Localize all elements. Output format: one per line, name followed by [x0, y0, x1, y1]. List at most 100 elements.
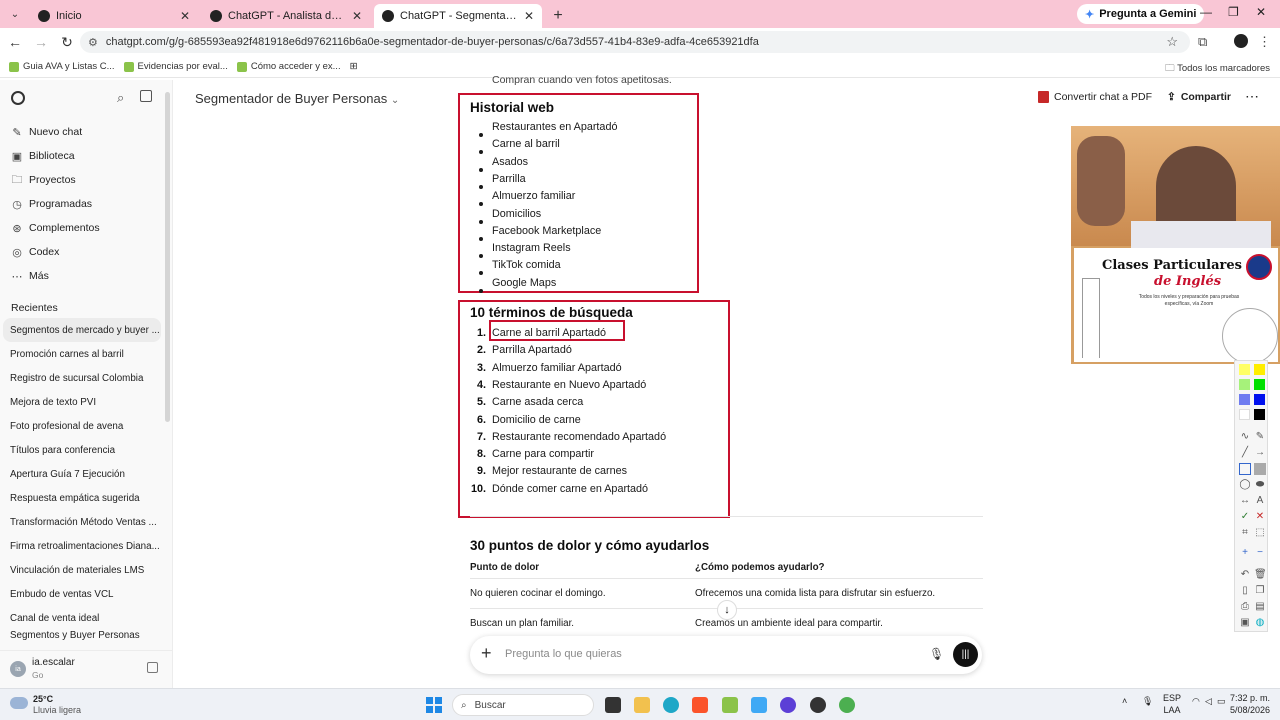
battery-icon[interactable]: ▭	[1217, 696, 1226, 707]
close-tab-icon[interactable]: ✕	[180, 9, 190, 23]
add-attachment-icon[interactable]: +	[481, 643, 492, 664]
sidebar-item-mas[interactable]: ⋯ Más	[11, 266, 49, 286]
search-icon[interactable]: ⌕	[117, 90, 124, 106]
line-icon[interactable]: ╱	[1239, 447, 1251, 459]
scroll-down-button[interactable]: ↓	[717, 600, 737, 620]
print-icon[interactable]: ⎙	[1239, 601, 1251, 613]
convert-pdf-button[interactable]: Convertir chat a PDF	[1038, 91, 1152, 103]
chatgpt-logo-icon[interactable]	[11, 91, 25, 105]
image-icon[interactable]: ▣	[1239, 617, 1251, 629]
sidebar-item-proyectos[interactable]: 🗀 Proyectos	[11, 170, 76, 190]
recent-chat-item[interactable]: Vinculación de materiales LMS	[0, 558, 165, 582]
sidebar-item-complementos[interactable]: ⊛ Complementos	[11, 218, 99, 238]
recent-chat-item[interactable]: Apertura Guía 7 Ejecución	[0, 462, 165, 486]
apps-grid-icon[interactable]: ⊞	[350, 61, 358, 72]
bookmark-star-icon[interactable]: ☆	[1166, 34, 1178, 50]
recent-chat-item[interactable]: Títulos para conferencia	[0, 438, 165, 462]
gemini-button[interactable]: ✦ Pregunta a Gemini	[1077, 4, 1205, 24]
bookmark-item[interactable]: Evidencias por eval...	[123, 61, 228, 72]
extensions-icon[interactable]: ⧉	[1198, 34, 1207, 50]
system-clock[interactable]: 7:32 p. m. 5/08/2026	[1228, 693, 1270, 716]
maximize-icon[interactable]: ❐	[1228, 5, 1239, 19]
double-arrow-icon[interactable]: ↔	[1239, 495, 1251, 507]
color-swatch[interactable]	[1239, 364, 1250, 375]
color-swatch[interactable]	[1254, 409, 1265, 420]
gift-icon[interactable]	[147, 662, 158, 673]
recent-chat-item[interactable]: Respuesta empática sugerida	[0, 486, 165, 510]
crop-icon[interactable]: ⌗	[1239, 527, 1251, 539]
bookmark-item[interactable]: Cómo acceder y ex...	[236, 61, 341, 72]
snipping-tool-icon[interactable]	[722, 697, 738, 713]
microphone-icon[interactable]: 🎙	[929, 647, 944, 661]
obs-icon[interactable]	[780, 697, 796, 713]
chrome-icon[interactable]	[839, 697, 855, 713]
filled-ellipse-icon[interactable]: ⬬	[1254, 479, 1266, 491]
filled-rect-icon[interactable]	[1254, 463, 1266, 475]
all-bookmarks-button[interactable]: 🗀 Todos los marcadores	[1165, 61, 1270, 77]
prompt-input[interactable]: Pregunta lo que quieras	[505, 648, 622, 660]
recent-chat-item[interactable]: Foto profesional de avena	[0, 414, 165, 438]
new-tab-icon[interactable]: +	[546, 4, 570, 28]
recent-chat-item[interactable]: Mejora de texto PVI	[0, 390, 165, 414]
close-window-icon[interactable]: ✕	[1256, 5, 1266, 19]
sidebar-scrollbar[interactable]	[165, 92, 170, 422]
more-options-icon[interactable]: ⋯	[1245, 88, 1259, 105]
windows-start-icon[interactable]	[426, 697, 442, 713]
recent-chat-item[interactable]: Registro de sucursal Colombia	[0, 366, 165, 390]
reload-icon[interactable]: ↻	[56, 34, 78, 51]
new-page-icon[interactable]: ▯	[1239, 585, 1251, 597]
color-swatch[interactable]	[1239, 394, 1250, 405]
volume-icon[interactable]: ◁	[1205, 696, 1212, 707]
gpt-title-dropdown[interactable]: Segmentador de Buyer Personas ⌄	[195, 91, 399, 106]
color-swatch[interactable]	[1254, 394, 1265, 405]
sidebar-item-biblioteca[interactable]: ▣ Biblioteca	[11, 146, 75, 166]
freehand-icon[interactable]: ∿	[1239, 431, 1251, 443]
sidebar-item-codex[interactable]: ◎ Codex	[11, 242, 59, 262]
user-profile[interactable]: ia ia.escalar Go	[0, 650, 172, 688]
task-view-icon[interactable]	[605, 697, 621, 713]
app-icon[interactable]	[810, 697, 826, 713]
recent-chat-item[interactable]: Canal de venta ideal	[0, 606, 165, 630]
sidebar-toggle-icon[interactable]	[140, 90, 152, 102]
recent-chat-item[interactable]: Segmentos y Buyer Personas	[0, 630, 165, 644]
pencil-icon[interactable]: ✎	[1254, 431, 1266, 443]
text-icon[interactable]: A	[1254, 495, 1266, 507]
trash-icon[interactable]: 🗑	[1254, 569, 1267, 581]
tab-analista[interactable]: ChatGPT - Analista de Productos ✕	[202, 4, 370, 28]
sidebar-item-programadas[interactable]: ◷ Programadas	[11, 194, 92, 214]
color-swatch[interactable]	[1239, 409, 1250, 420]
zoom-out-icon[interactable]: −	[1254, 547, 1266, 559]
zoom-in-icon[interactable]: +	[1239, 547, 1251, 559]
wifi-icon[interactable]: ◠	[1192, 696, 1200, 707]
globe-icon[interactable]: ◍	[1254, 617, 1266, 629]
select-icon[interactable]: ⬚	[1254, 527, 1266, 539]
remote-desktop-icon[interactable]	[751, 697, 767, 713]
language-indicator[interactable]: ESP LAA	[1163, 693, 1181, 716]
close-tab-icon[interactable]: ✕	[352, 9, 362, 23]
voice-mode-icon[interactable]: |||	[953, 642, 978, 667]
bookmark-item[interactable]: Guia AVA y Listas C...	[9, 61, 115, 72]
forward-icon[interactable]: →	[30, 34, 52, 50]
check-icon[interactable]: ✓	[1239, 511, 1251, 523]
minimize-icon[interactable]: —	[1200, 5, 1212, 19]
file-explorer-icon[interactable]	[634, 697, 650, 713]
rectangle-icon[interactable]	[1239, 463, 1251, 475]
tab-search-icon[interactable]: ⌄	[4, 3, 26, 25]
arrow-icon[interactable]: →	[1254, 447, 1266, 459]
tray-expand-icon[interactable]: ˄	[1122, 696, 1127, 706]
profile-avatar[interactable]	[1234, 34, 1248, 48]
close-tab-icon[interactable]: ✕	[524, 9, 534, 23]
tray-mic-icon[interactable]: 🎙	[1142, 696, 1153, 707]
tab-segmentador[interactable]: ChatGPT - Segmentador de Buyer ✕	[374, 4, 542, 28]
site-info-icon[interactable]: ⚙	[88, 36, 98, 49]
color-swatch[interactable]	[1239, 379, 1250, 390]
ellipse-icon[interactable]: ◯	[1239, 479, 1251, 491]
back-icon[interactable]: ←	[4, 34, 26, 50]
edge-icon[interactable]	[663, 697, 679, 713]
taskbar-search[interactable]: ⌕ Buscar	[452, 694, 594, 716]
save-icon[interactable]: ▤	[1254, 601, 1266, 613]
browser-menu-icon[interactable]: ⋮	[1258, 34, 1271, 50]
recent-chat-item[interactable]: Embudo de ventas VCL	[0, 582, 165, 606]
address-bar[interactable]: ⚙ chatgpt.com/g/g-685593ea92f481918e6d97…	[80, 31, 1190, 53]
chat-composer[interactable]: + Pregunta lo que quieras 🎙 |||	[470, 636, 982, 674]
